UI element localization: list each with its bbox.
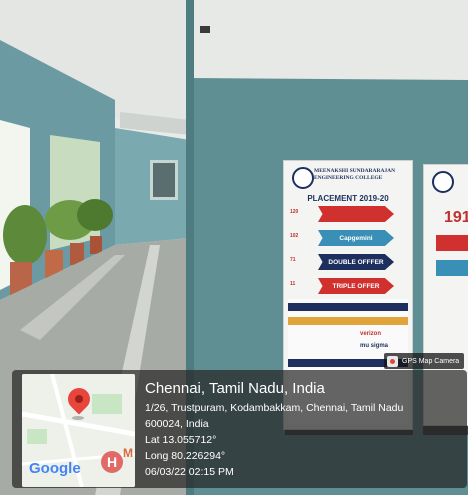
address-line-1: 1/26, Trustpuram, Kodambakkam, Chennai, … <box>145 402 404 414</box>
row-count: 11 <box>290 281 296 287</box>
recruiter-logo: mu sigma <box>360 343 389 349</box>
map-place-label: M <box>123 446 133 460</box>
date-time: 06/03/22 02:15 PM <box>145 466 234 478</box>
row-count: 102 <box>290 233 299 239</box>
row-label: Capgemini <box>318 230 394 246</box>
map-thumbnail: H M Google <box>22 374 135 487</box>
location-city: Chennai, Tamil Nadu, India <box>145 380 325 397</box>
row-label: DOUBLE OFFFER <box>318 254 394 270</box>
google-logo: Google <box>29 460 81 477</box>
gps-camera-label: GPS Map Camera <box>402 357 460 365</box>
latitude: Lat 13.055712° <box>145 434 217 446</box>
gps-camera-badge: GPS Map Camera <box>384 353 464 369</box>
longitude: Long 80.226294° <box>145 450 226 462</box>
college-name: MEENAKSHI SUNDARARAJAN ENGINEERING COLLE… <box>314 168 396 181</box>
hospital-icon: H <box>101 451 123 473</box>
college-logo-icon <box>292 167 314 189</box>
row-label: TRIPLE OFFER <box>318 278 394 294</box>
placement-heading: PLACEMENT 2019-20 <box>307 194 389 203</box>
row-count: 71 <box>290 257 296 263</box>
college-logo-icon <box>432 171 454 193</box>
recruiter-logo: verizon <box>360 331 382 337</box>
row-label <box>318 206 394 222</box>
row-count: 120 <box>290 209 299 215</box>
address-line-2: 600024, India <box>145 418 209 430</box>
placement-count: 191 <box>444 209 468 226</box>
photo-scene: MEENAKSHI SUNDARARAJAN ENGINEERING COLLE… <box>0 0 468 495</box>
camera-icon <box>387 355 398 367</box>
